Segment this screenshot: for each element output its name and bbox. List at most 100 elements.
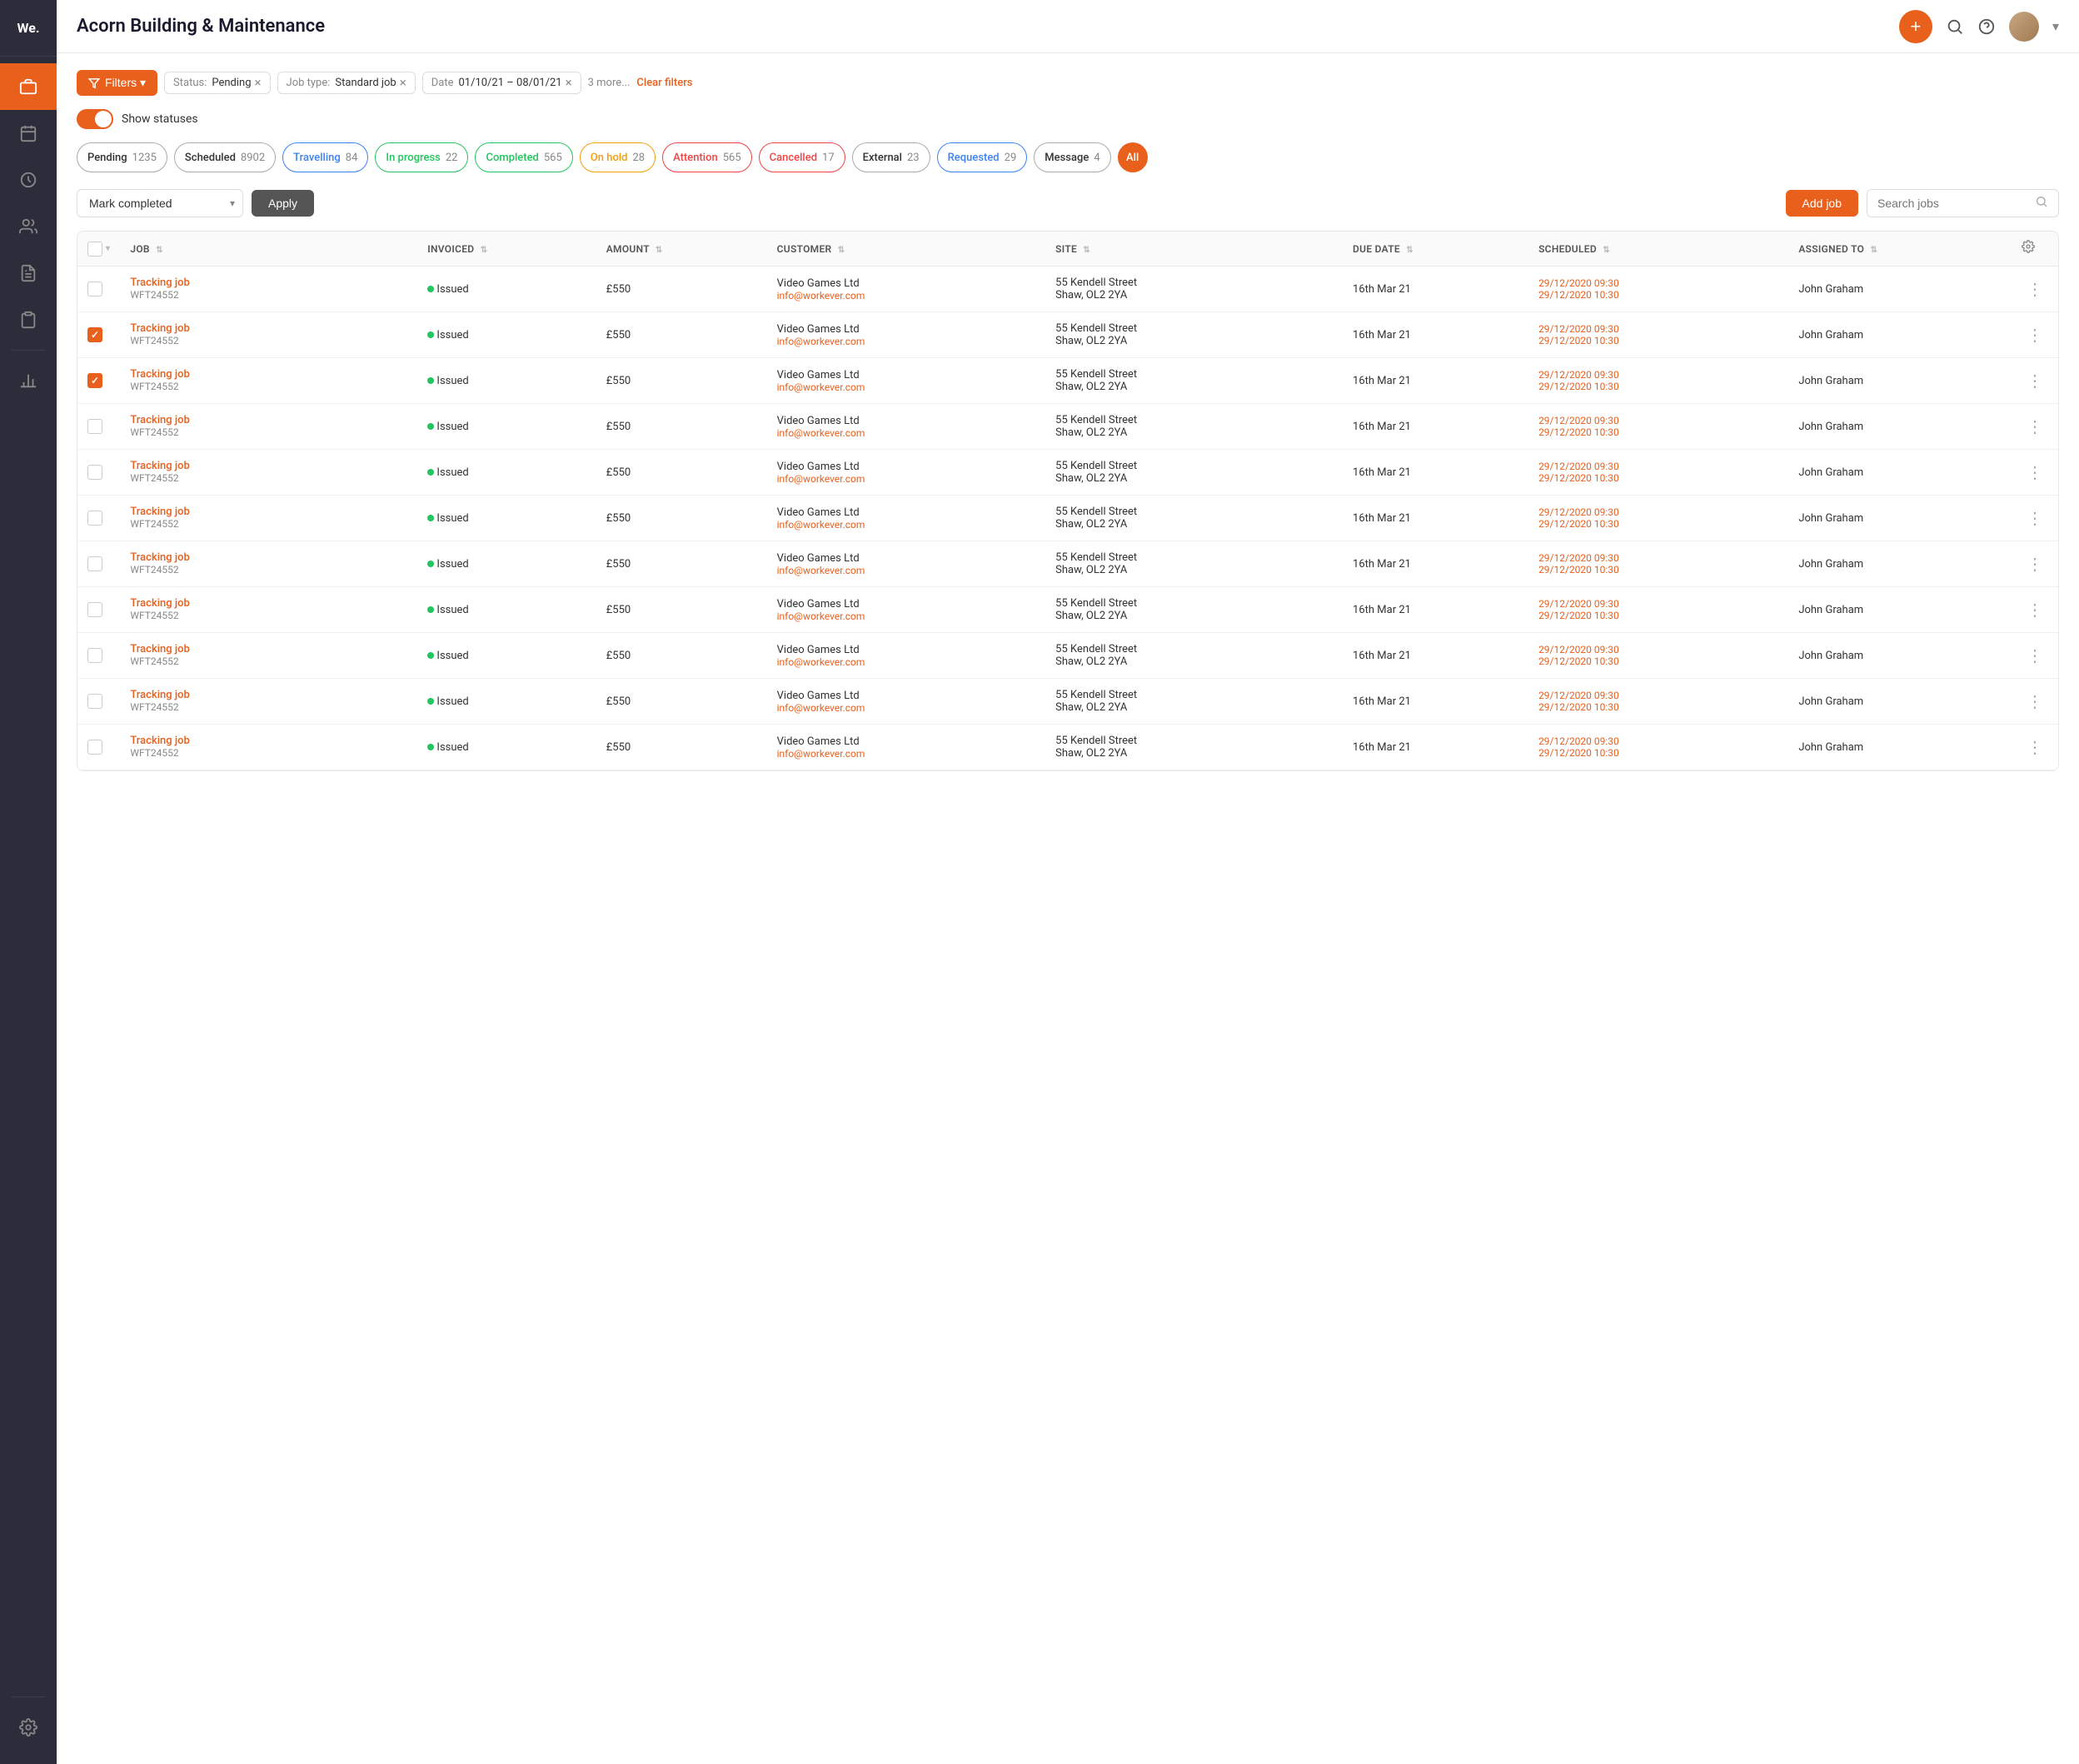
job-link-10[interactable]: Tracking job <box>130 689 407 701</box>
row-menu-button-2[interactable]: ⋮ <box>2022 323 2048 347</box>
column-settings-button[interactable] <box>2022 240 2035 257</box>
search-header-button[interactable] <box>1946 17 1964 36</box>
th-amount-sort[interactable]: ⇅ <box>656 246 663 255</box>
add-job-button[interactable]: Add job <box>1786 190 1858 217</box>
customer-email-7[interactable]: info@workever.com <box>777 565 1036 576</box>
row-menu-button-8[interactable]: ⋮ <box>2022 598 2048 622</box>
search-icon <box>1946 17 1964 36</box>
row-menu-button-11[interactable]: ⋮ <box>2022 735 2048 760</box>
row-checkbox-11[interactable] <box>87 740 102 755</box>
customer-email-3[interactable]: info@workever.com <box>777 381 1036 393</box>
customer-email-8[interactable]: info@workever.com <box>777 610 1036 622</box>
job-link-5[interactable]: Tracking job <box>130 460 407 472</box>
customer-email-11[interactable]: info@workever.com <box>777 748 1036 760</box>
job-link-1[interactable]: Tracking job <box>130 277 407 289</box>
job-link-6[interactable]: Tracking job <box>130 506 407 518</box>
sidebar-item-history[interactable] <box>0 157 57 203</box>
chip-cancelled[interactable]: Cancelled17 <box>759 142 845 172</box>
job-link-2[interactable]: Tracking job <box>130 322 407 335</box>
row-checkbox-3[interactable] <box>87 373 102 388</box>
sidebar-item-invoices[interactable] <box>0 250 57 296</box>
customer-name-1: Video Games Ltd <box>777 277 1036 290</box>
row-menu-button-9[interactable]: ⋮ <box>2022 644 2048 668</box>
row-checkbox-4[interactable] <box>87 419 102 434</box>
search-input[interactable] <box>1877 197 2028 210</box>
customer-email-10[interactable]: info@workever.com <box>777 702 1036 714</box>
row-checkbox-10[interactable] <box>87 694 102 709</box>
table-row: Tracking job WFT24552 Issued £550 Video … <box>77 679 2058 725</box>
amount-value-1: £550 <box>606 283 631 296</box>
filter-date-close[interactable]: × <box>566 77 572 89</box>
job-link-8[interactable]: Tracking job <box>130 597 407 610</box>
customer-email-2[interactable]: info@workever.com <box>777 336 1036 347</box>
user-dropdown-arrow[interactable]: ▾ <box>2052 18 2059 34</box>
sidebar-item-jobs[interactable] <box>0 63 57 110</box>
row-actions-cell: ⋮ <box>2012 312 2058 358</box>
action-select[interactable]: Mark completedDeleteExport <box>77 189 243 217</box>
sidebar-item-settings[interactable] <box>12 1704 45 1751</box>
row-checkbox-1[interactable] <box>87 282 102 296</box>
row-menu-button-5[interactable]: ⋮ <box>2022 461 2048 485</box>
row-checkbox-8[interactable] <box>87 602 102 617</box>
row-menu-button-1[interactable]: ⋮ <box>2022 277 2048 301</box>
chip-requested[interactable]: Requested29 <box>937 142 1028 172</box>
th-site-sort[interactable]: ⇅ <box>1083 246 1090 255</box>
sidebar-item-analytics[interactable] <box>0 357 57 404</box>
help-button[interactable] <box>1977 17 1996 36</box>
row-checkbox-2[interactable] <box>87 327 102 342</box>
row-checkbox-5[interactable] <box>87 465 102 480</box>
row-menu-button-7[interactable]: ⋮ <box>2022 552 2048 576</box>
row-menu-button-3[interactable]: ⋮ <box>2022 369 2048 393</box>
th-job-sort[interactable]: ⇅ <box>156 246 163 255</box>
add-button[interactable]: + <box>1899 10 1932 43</box>
row-menu-button-4[interactable]: ⋮ <box>2022 415 2048 439</box>
sidebar-item-reports[interactable] <box>0 296 57 343</box>
chip-message[interactable]: Message4 <box>1034 142 1110 172</box>
select-all-checkbox[interactable] <box>87 242 102 257</box>
th-customer-sort[interactable]: ⇅ <box>838 246 845 255</box>
job-link-9[interactable]: Tracking job <box>130 643 407 655</box>
customer-email-4[interactable]: info@workever.com <box>777 427 1036 439</box>
filter-status-close[interactable]: × <box>255 77 262 89</box>
row-checkbox-6[interactable] <box>87 511 102 526</box>
chip-pending[interactable]: Pending1235 <box>77 142 167 172</box>
row-checkbox-7[interactable] <box>87 556 102 571</box>
row-menu-button-6[interactable]: ⋮ <box>2022 506 2048 531</box>
job-link-11[interactable]: Tracking job <box>130 735 407 747</box>
row-checkbox-9[interactable] <box>87 648 102 663</box>
apply-button[interactable]: Apply <box>252 190 314 217</box>
more-filters-label[interactable]: 3 more... <box>588 77 631 89</box>
customer-email-9[interactable]: info@workever.com <box>777 656 1036 668</box>
th-scheduled-sort[interactable]: ⇅ <box>1603 246 1610 255</box>
chip-attention[interactable]: Attention565 <box>662 142 752 172</box>
sidebar-item-customers[interactable] <box>0 203 57 250</box>
show-statuses-toggle[interactable] <box>77 109 113 129</box>
filter-jobtype-close[interactable]: × <box>400 77 406 89</box>
amount-value-9: £550 <box>606 650 631 662</box>
chip-travelling[interactable]: Travelling84 <box>282 142 368 172</box>
customer-email-1[interactable]: info@workever.com <box>777 290 1036 301</box>
chip-inprogress[interactable]: In progress22 <box>375 142 468 172</box>
chip-all[interactable]: All <box>1118 142 1148 172</box>
th-due-date-sort[interactable]: ⇅ <box>1406 246 1413 255</box>
chip-completed[interactable]: Completed565 <box>475 142 572 172</box>
th-chevron[interactable]: ▾ <box>106 244 110 253</box>
sidebar-item-calendar[interactable] <box>0 110 57 157</box>
customer-email-5[interactable]: info@workever.com <box>777 473 1036 485</box>
th-assigned-sort[interactable]: ⇅ <box>1870 246 1877 255</box>
chip-onhold[interactable]: On hold28 <box>580 142 656 172</box>
th-invoiced-sort[interactable]: ⇅ <box>481 246 488 255</box>
row-menu-button-10[interactable]: ⋮ <box>2022 690 2048 714</box>
job-link-3[interactable]: Tracking job <box>130 368 407 381</box>
filter-tag-jobtype: Job type: Standard job × <box>277 72 416 94</box>
chip-external[interactable]: External23 <box>852 142 930 172</box>
job-link-7[interactable]: Tracking job <box>130 551 407 564</box>
job-link-4[interactable]: Tracking job <box>130 414 407 426</box>
clear-filters-button[interactable]: Clear filters <box>636 77 692 89</box>
chip-scheduled[interactable]: Scheduled8902 <box>174 142 276 172</box>
table-header-row: ▾ JOB ⇅ INVOICED ⇅ AMOUNT <box>77 232 2058 267</box>
filters-button[interactable]: Filters ▾ <box>77 70 157 96</box>
chip-label-travelling: Travelling <box>293 152 341 164</box>
customer-email-6[interactable]: info@workever.com <box>777 519 1036 531</box>
avatar[interactable] <box>2009 12 2039 42</box>
